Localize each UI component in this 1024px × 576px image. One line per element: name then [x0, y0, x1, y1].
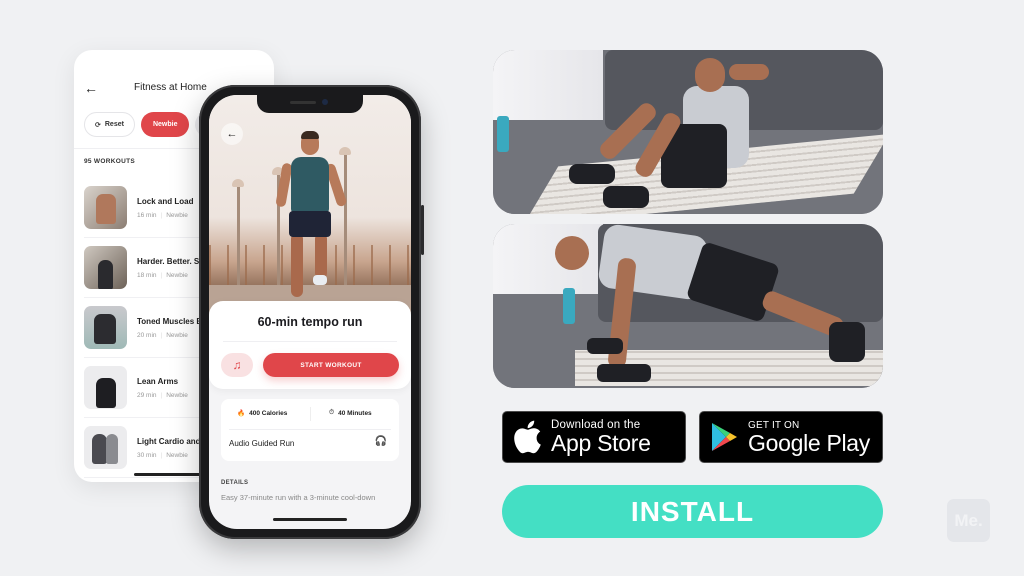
- person-figure: [92, 434, 107, 464]
- details-text: Easy 37-minute run with a 3-minute cool-…: [221, 493, 376, 502]
- arm: [729, 64, 769, 80]
- workout-title: Light Cardio and: [137, 436, 201, 446]
- divider: [223, 341, 397, 342]
- app-store-text: Download on the App Store: [551, 419, 651, 455]
- workout-meta: 29 min | Newbie: [137, 391, 188, 399]
- calories-stat: 🔥 400 Calories: [237, 409, 288, 418]
- phone-notch: [257, 95, 363, 113]
- head: [555, 236, 589, 270]
- head: [695, 58, 725, 92]
- workout-level: Newbie: [166, 391, 188, 399]
- audio-guided-label: Audio Guided Run: [229, 439, 295, 448]
- exercise-photo-crunch: [493, 50, 883, 214]
- stats-card: 🔥 400 Calories ⏱ 40 Minutes Audio Guided…: [221, 399, 399, 461]
- camera: [322, 99, 328, 105]
- shoe: [603, 186, 649, 208]
- start-workout-button[interactable]: START WORKOUT: [263, 353, 399, 377]
- person-figure: [94, 314, 116, 344]
- google-play-big: Google Play: [748, 429, 870, 456]
- phone-side-button: [421, 205, 424, 255]
- music-note-icon: ♫: [232, 358, 242, 372]
- flame-icon: 🔥: [237, 410, 246, 417]
- divider: [229, 429, 391, 430]
- leg: [315, 233, 327, 279]
- workout-duration: 29 min: [137, 391, 157, 399]
- lamp-head: [232, 179, 244, 187]
- filter-reset-button[interactable]: ⟳ Reset: [84, 112, 135, 137]
- workout-title: Harder. Better. S: [137, 256, 200, 266]
- phone-frame: ← 60-min tempo run ♫ START WORKOUT 🔥 400…: [199, 85, 424, 539]
- workout-title: Toned Muscles E: [137, 316, 202, 326]
- workout-title: 60-min tempo run: [257, 315, 363, 329]
- shoe: [313, 275, 327, 285]
- tank-top: [291, 157, 329, 213]
- hair: [301, 131, 319, 139]
- workout-title: Lean Arms: [137, 376, 179, 386]
- shorts: [289, 211, 331, 237]
- workout-thumbnail: [84, 426, 127, 469]
- music-button[interactable]: ♫: [221, 353, 253, 377]
- workout-level: Newbie: [166, 271, 188, 279]
- water-bottle: [563, 288, 575, 324]
- app-store-badge[interactable]: Download on the App Store: [502, 411, 686, 463]
- shoe: [829, 322, 865, 362]
- workout-meta: 20 min | Newbie: [137, 331, 188, 339]
- filter-newbie-chip[interactable]: Newbie: [140, 112, 190, 137]
- runner-figure: [275, 131, 349, 303]
- divider: [310, 407, 311, 421]
- home-indicator: [273, 518, 347, 521]
- google-play-text: GET IT ON Google Play: [748, 420, 870, 455]
- exercise-photo-pushup: [493, 224, 883, 388]
- workout-level: Newbie: [166, 451, 188, 459]
- curtain: [493, 50, 603, 120]
- app-store-big: App Store: [551, 430, 651, 456]
- workout-thumbnail: [84, 306, 127, 349]
- earbuds-icon: 🎧: [374, 436, 387, 447]
- leg: [291, 233, 303, 297]
- workout-title: Lock and Load: [137, 196, 194, 206]
- workout-count: 95 WORKOUTS: [84, 158, 135, 165]
- apple-icon: [503, 420, 551, 454]
- workout-thumbnail: [84, 186, 127, 229]
- workout-duration: 30 min: [137, 451, 157, 459]
- list-title: Fitness at Home: [134, 82, 207, 93]
- details-heading: DETAILS: [221, 480, 249, 486]
- dumbbell: [597, 364, 651, 382]
- speaker: [290, 101, 316, 104]
- person-figure: [96, 378, 116, 408]
- person-figure: [106, 434, 118, 464]
- stopwatch-icon: ⏱: [329, 409, 335, 416]
- workout-card: 60-min tempo run ♫ START WORKOUT: [209, 301, 411, 389]
- person-figure: [98, 260, 113, 289]
- arrow-left-icon[interactable]: ←: [221, 123, 243, 145]
- workout-meta: 16 min | Newbie: [137, 211, 188, 219]
- minutes-value: 40 Minutes: [338, 409, 372, 417]
- person-figure: [96, 194, 116, 224]
- install-button[interactable]: INSTALL: [502, 485, 883, 538]
- arrow-left-icon[interactable]: ←: [84, 80, 98, 96]
- dumbbell: [587, 338, 623, 354]
- google-play-badge[interactable]: GET IT ON Google Play: [699, 411, 883, 463]
- workout-meta: 30 min | Newbie: [137, 451, 188, 459]
- workout-level: Newbie: [166, 211, 188, 219]
- minutes-stat: ⏱ 40 Minutes: [329, 409, 372, 417]
- workout-thumbnail: [84, 366, 127, 409]
- workout-level: Newbie: [166, 331, 188, 339]
- filter-label: Newbie: [152, 121, 178, 128]
- workout-thumbnail: [84, 246, 127, 289]
- brand-logo: Me.: [947, 499, 990, 542]
- reset-icon: ⟳: [95, 121, 101, 129]
- water-bottle: [497, 116, 509, 152]
- google-play-small: GET IT ON: [748, 419, 800, 431]
- workout-meta: 18 min | Newbie: [137, 271, 188, 279]
- workout-duration: 20 min: [137, 331, 157, 339]
- filter-label: Reset: [104, 121, 124, 128]
- shoe: [569, 164, 615, 184]
- calories-value: 400 Calories: [249, 409, 288, 417]
- workout-duration: 18 min: [137, 271, 157, 279]
- workout-duration: 16 min: [137, 211, 157, 219]
- google-play-icon: [700, 422, 748, 452]
- workout-detail-screen: ← 60-min tempo run ♫ START WORKOUT 🔥 400…: [209, 95, 411, 529]
